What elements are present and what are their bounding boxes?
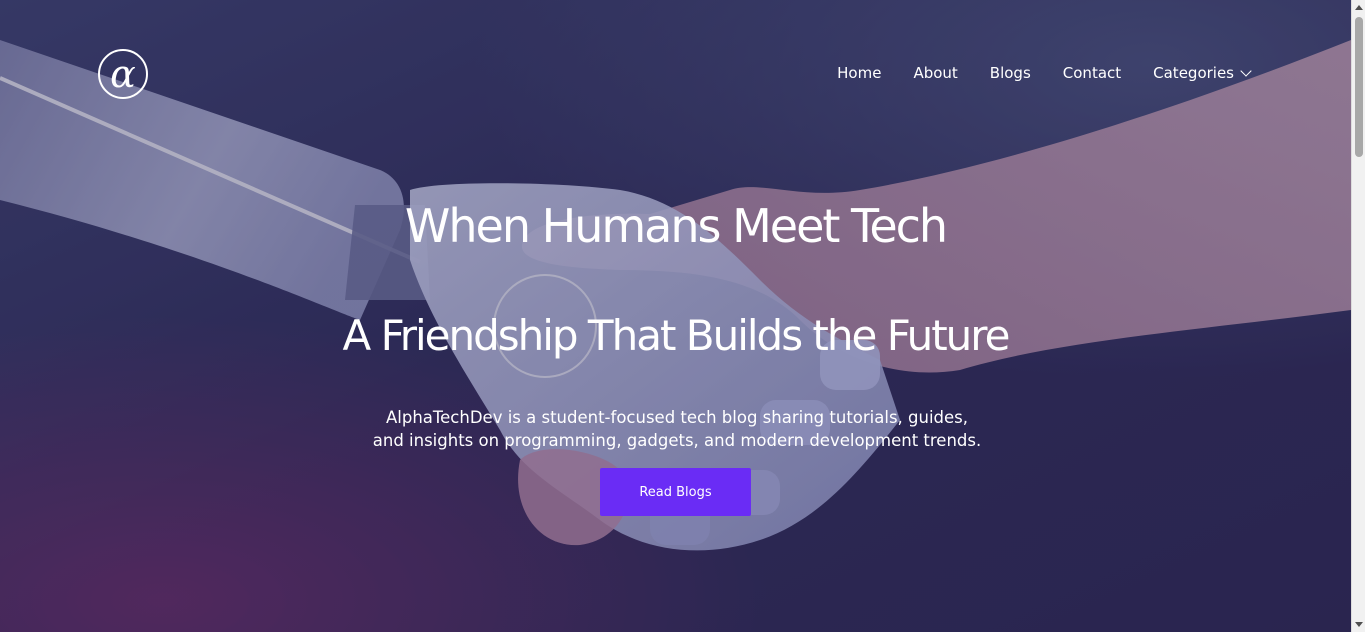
nav-home-link[interactable]: Home bbox=[837, 62, 881, 84]
svg-text:α: α bbox=[110, 52, 136, 96]
read-blogs-button[interactable]: Read Blogs bbox=[600, 468, 751, 516]
scroll-up-arrow-icon[interactable] bbox=[1355, 5, 1363, 10]
hero-title-line1: When Humans Meet Tech bbox=[404, 199, 948, 253]
scroll-down-arrow-icon[interactable] bbox=[1355, 622, 1363, 627]
nav-contact-link[interactable]: Contact bbox=[1063, 62, 1121, 84]
hero-title-line2: A Friendship That Builds the Future bbox=[342, 311, 1011, 360]
nav-contact-label: Contact bbox=[1062, 64, 1122, 82]
chevron-down-icon bbox=[1240, 65, 1252, 77]
page-scrollbar[interactable] bbox=[1351, 0, 1365, 632]
nav-blogs-label: Blogs bbox=[989, 64, 1031, 82]
nav-categories-dropdown[interactable]: Categories bbox=[1153, 62, 1252, 84]
nav-blogs-link[interactable]: Blogs bbox=[990, 62, 1031, 84]
nav-about-label: About bbox=[913, 64, 958, 82]
scrollbar-thumb[interactable] bbox=[1355, 17, 1363, 157]
page: α Home About Blogs Contact Categories Wh… bbox=[0, 0, 1365, 632]
hero-description: AlphaTechDev is a student-focused tech b… bbox=[338, 406, 1016, 452]
hero-description-line1: AlphaTechDev is a student-focused tech b… bbox=[385, 408, 969, 427]
hero-description-line2: and insights on programming, gadgets, an… bbox=[372, 431, 982, 450]
alpha-logo-icon[interactable]: α bbox=[96, 47, 150, 101]
nav-about-link[interactable]: About bbox=[913, 62, 957, 84]
nav-categories-label: Categories bbox=[1153, 64, 1234, 82]
main-nav: Home About Blogs Contact Categories bbox=[837, 62, 1252, 84]
nav-home-label: Home bbox=[837, 64, 882, 82]
